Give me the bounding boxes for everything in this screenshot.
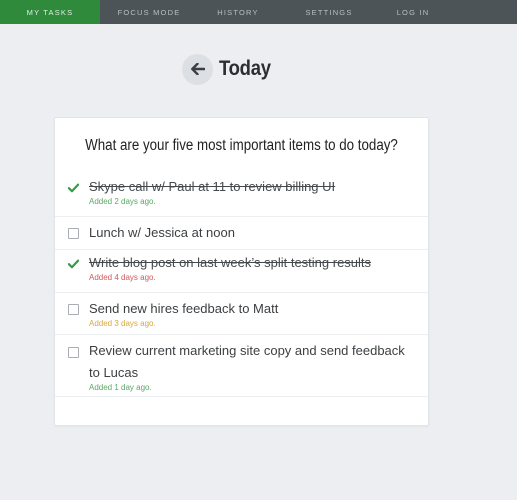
task-checkbox[interactable] (68, 304, 79, 315)
card-question: What are your five most important items … (85, 137, 398, 154)
task-added-date: Added 4 days ago. (89, 273, 156, 282)
task-item: Write blog post on last week’s split tes… (55, 250, 428, 293)
top-nav: MY TASKS FOCUS MODE HISTORY SETTINGS LOG… (0, 0, 517, 24)
checkmark-icon (68, 259, 79, 268)
arrow-left-icon (190, 63, 205, 75)
checkmark-icon (68, 183, 79, 192)
task-item: Lunch w/ Jessica at noon (55, 217, 428, 250)
task-item: Review current marketing site copy and s… (55, 335, 428, 397)
page-title: Today (219, 57, 271, 80)
task-list: Skype call w/ Paul at 11 to review billi… (55, 175, 428, 397)
back-button[interactable] (182, 53, 213, 85)
nav-tab-my-tasks[interactable]: MY TASKS (0, 0, 100, 24)
task-text[interactable]: Send new hires feedback to Matt (89, 293, 418, 320)
nav-tab-history[interactable]: HISTORY (198, 0, 278, 24)
task-text[interactable]: Lunch w/ Jessica at noon (89, 217, 418, 244)
nav-log-in[interactable]: LOG IN (380, 0, 446, 24)
task-checkbox-checked[interactable] (68, 182, 79, 193)
task-item: Skype call w/ Paul at 11 to review billi… (55, 175, 428, 217)
nav-tab-focus-mode[interactable]: FOCUS MODE (100, 0, 198, 24)
task-added-date: Added 3 days ago. (89, 319, 156, 328)
tasks-card: What are your five most important items … (54, 117, 429, 426)
task-text[interactable]: Skype call w/ Paul at 11 to review billi… (89, 175, 418, 198)
task-added-date: Added 1 day ago. (89, 383, 152, 392)
task-text[interactable]: Review current marketing site copy and s… (89, 335, 418, 384)
task-text[interactable]: Write blog post on last week’s split tes… (89, 250, 418, 274)
task-checkbox[interactable] (68, 347, 79, 358)
task-item: Send new hires feedback to Matt Added 3 … (55, 293, 428, 335)
nav-tab-settings[interactable]: SETTINGS (278, 0, 380, 24)
task-checkbox-checked[interactable] (68, 258, 79, 269)
task-checkbox[interactable] (68, 228, 79, 239)
page-heading: Today (182, 53, 278, 85)
task-added-date: Added 2 days ago. (89, 197, 156, 206)
